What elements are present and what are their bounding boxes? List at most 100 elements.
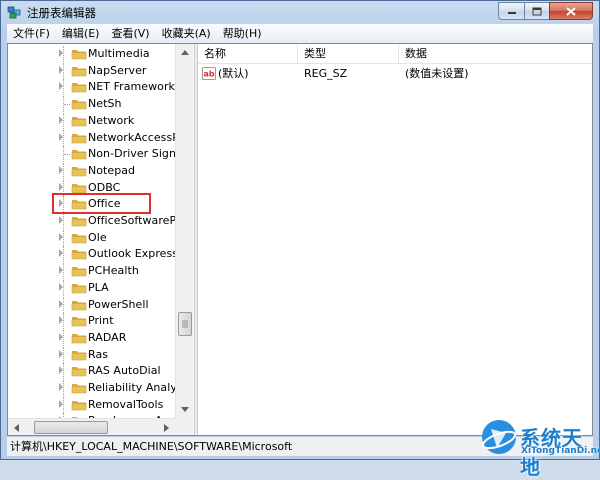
- tree-item[interactable]: PLA: [8, 279, 174, 296]
- tree-item[interactable]: Outlook Express: [8, 246, 178, 263]
- menu-help[interactable]: 帮助(H): [217, 24, 268, 43]
- tree-item-label: Notepad: [88, 163, 136, 177]
- maximize-button[interactable]: [524, 2, 549, 20]
- tree-item-label: Print: [88, 314, 114, 328]
- value-name: (默认): [218, 67, 249, 80]
- menu-bar: 文件(F) 编辑(E) 查看(V) 收藏夹(A) 帮助(H): [7, 24, 593, 44]
- tree-item[interactable]: NetworkAccessPro: [8, 129, 190, 146]
- expand-arrow-icon[interactable]: [59, 399, 63, 408]
- folder-icon: [71, 317, 87, 327]
- tree-item[interactable]: NapServer: [8, 62, 174, 79]
- tree-guide-line: [63, 129, 65, 146]
- tree-item[interactable]: Reliability Analysis: [8, 380, 192, 396]
- tree-item[interactable]: OfficeSoftwarePro: [8, 213, 187, 229]
- chevron-right-icon: [164, 423, 169, 432]
- regedit-app-icon: [7, 6, 21, 19]
- tree-guide-line: [63, 62, 65, 79]
- tree-item[interactable]: RADAR: [8, 329, 174, 346]
- expand-arrow-icon[interactable]: [59, 249, 63, 258]
- expand-arrow-icon[interactable]: [59, 282, 63, 291]
- tree-item-label: RAS AutoDial: [88, 364, 161, 378]
- expand-arrow-icon[interactable]: [59, 82, 63, 91]
- tree-item[interactable]: PowerShell: [8, 296, 174, 313]
- expand-arrow-icon[interactable]: [59, 132, 63, 141]
- window-title: 注册表编辑器: [27, 6, 96, 20]
- tree-item[interactable]: Multimedia: [8, 46, 174, 62]
- folder-icon: [71, 66, 87, 76]
- menu-view[interactable]: 查看(V): [105, 24, 155, 43]
- scroll-thumb[interactable]: [178, 312, 192, 336]
- expand-arrow-icon[interactable]: [59, 232, 63, 241]
- folder-icon: [71, 300, 87, 310]
- menu-edit[interactable]: 编辑(E): [56, 24, 106, 43]
- tree-item[interactable]: Non-Driver Signin: [8, 146, 186, 163]
- folder-icon: [71, 250, 87, 260]
- tree-guide-line: [64, 104, 70, 106]
- chevron-up-icon: [180, 50, 189, 55]
- tree-item[interactable]: Print: [8, 313, 174, 330]
- tree-guide-line: [63, 279, 65, 296]
- tree-item[interactable]: PCHealth: [8, 263, 174, 280]
- string-value-icon: ab: [202, 67, 216, 80]
- expand-arrow-icon[interactable]: [59, 383, 63, 391]
- tree-item[interactable]: Ole: [8, 229, 174, 246]
- expand-arrow-icon[interactable]: [59, 115, 63, 124]
- expand-arrow-icon[interactable]: [59, 216, 63, 224]
- expand-arrow-icon[interactable]: [59, 299, 63, 308]
- expand-arrow-icon[interactable]: [59, 266, 63, 275]
- tree-item[interactable]: NET Framework S: [8, 79, 185, 96]
- expand-arrow-icon[interactable]: [59, 65, 63, 74]
- scroll-left-button[interactable]: [8, 419, 25, 435]
- folder-icon: [71, 350, 87, 360]
- grip-icon: [182, 320, 188, 328]
- chevron-down-icon: [180, 407, 189, 412]
- value-list[interactable]: 名称 类型 数据 ab (默认) REG_SZ (数值未设置): [198, 44, 592, 435]
- tree-item[interactable]: RemovalTools: [8, 396, 174, 413]
- title-bar[interactable]: 注册表编辑器: [1, 1, 599, 23]
- folder-icon: [71, 217, 87, 227]
- tree-guide-line: [63, 112, 65, 129]
- tree-item-label: Outlook Express: [88, 247, 179, 261]
- close-button[interactable]: [549, 2, 593, 20]
- maximize-icon: [532, 7, 542, 15]
- tree-item-label: Multimedia: [88, 47, 150, 60]
- column-header-name[interactable]: 名称: [198, 44, 298, 63]
- status-path: 计算机\HKEY_LOCAL_MACHINE\SOFTWARE\Microsof…: [10, 440, 293, 453]
- tree-guide-line: [63, 213, 65, 229]
- tree-guide-line: [63, 229, 65, 246]
- tree-guide-line: [63, 380, 65, 396]
- scroll-up-button[interactable]: [176, 44, 193, 61]
- watermark-en: XiTongTianDi.net: [521, 446, 600, 456]
- expand-arrow-icon[interactable]: [59, 366, 63, 375]
- tree-item[interactable]: Ras: [8, 346, 174, 363]
- column-header-data[interactable]: 数据: [399, 44, 559, 63]
- tree-item[interactable]: Network: [8, 112, 174, 129]
- column-header-type[interactable]: 类型: [298, 44, 399, 63]
- list-item[interactable]: ab (默认) REG_SZ (数值未设置): [198, 66, 592, 82]
- folder-icon: [71, 283, 87, 294]
- scroll-right-button[interactable]: [158, 419, 175, 435]
- menu-favorites[interactable]: 收藏夹(A): [156, 24, 217, 43]
- expand-arrow-icon[interactable]: [59, 49, 63, 57]
- svg-text:ab: ab: [204, 70, 215, 79]
- expand-arrow-icon[interactable]: [59, 182, 63, 191]
- expand-arrow-icon[interactable]: [59, 332, 63, 341]
- expand-arrow-icon[interactable]: [59, 316, 63, 325]
- tree-item[interactable]: RAS AutoDial: [8, 363, 174, 380]
- tree-item-label: Ole: [88, 230, 107, 244]
- scroll-down-button[interactable]: [176, 401, 193, 418]
- tree-vertical-scrollbar[interactable]: [175, 44, 193, 418]
- expand-arrow-icon[interactable]: [59, 165, 63, 174]
- chevron-left-icon: [14, 423, 19, 432]
- tree-guide-line: [63, 396, 65, 413]
- hscroll-thumb[interactable]: [34, 421, 108, 434]
- expand-arrow-icon[interactable]: [59, 349, 63, 358]
- key-tree[interactable]: Multimedia NapServer NET Framework S NetSh N…: [8, 44, 194, 435]
- tree-item[interactable]: Notepad: [8, 162, 174, 179]
- menu-file[interactable]: 文件(F): [7, 24, 56, 43]
- folder-icon: [71, 267, 87, 277]
- tree-item[interactable]: NetSh: [8, 96, 174, 113]
- office-highlight-box: [52, 193, 151, 214]
- tree-horizontal-scrollbar[interactable]: [8, 418, 175, 435]
- minimize-button[interactable]: [498, 2, 524, 20]
